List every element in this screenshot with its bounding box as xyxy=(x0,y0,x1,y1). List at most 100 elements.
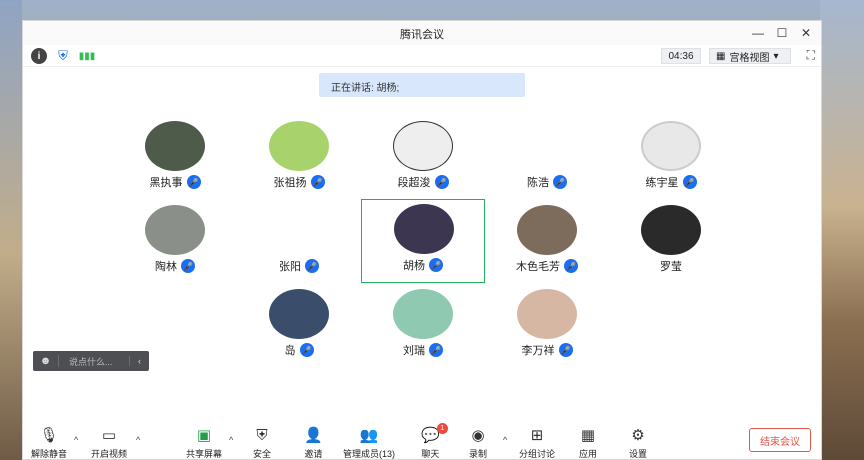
mic-icon: 🎤 xyxy=(429,343,443,357)
chat-badge: 1 xyxy=(436,423,448,434)
window-title: 腾讯会议 xyxy=(400,29,444,41)
bottom-toolbar: 🎙 解除静音 ^ ▭ 开启视频 ^ ▣ 共享屏幕 ^ ⛨ 安全 👤 邀请 👥 管… xyxy=(23,423,823,459)
signal-icon[interactable]: ▮▮▮ xyxy=(79,48,96,64)
settings-label: 设置 xyxy=(629,449,648,459)
avatar xyxy=(145,121,205,171)
info-icons: i ⛨ ▮▮▮ xyxy=(31,48,95,64)
participant-tile[interactable]: 张阳 🎤 xyxy=(237,201,361,285)
mic-icon: 🎤 xyxy=(558,343,573,357)
chat-placeholder[interactable]: 说点什么... xyxy=(59,355,129,368)
avatar xyxy=(269,205,329,255)
start-video-label: 开启视频 xyxy=(91,449,128,459)
mic-icon: 🎤 xyxy=(429,258,443,272)
manage-members-button[interactable]: 👥 管理成员(13) xyxy=(343,427,395,460)
mic-icon: 🎤 xyxy=(299,343,314,357)
mic-icon: 🎤 xyxy=(186,175,201,189)
avatar xyxy=(517,289,577,339)
members-icon: 👥 xyxy=(359,427,379,444)
participant-tile[interactable]: 陶林 🎤 xyxy=(113,201,237,285)
minimize-icon[interactable]: — xyxy=(749,24,767,42)
participant-tile[interactable]: 刘瑞 🎤 xyxy=(361,285,485,369)
participant-tile-active[interactable]: 胡杨 🎤 xyxy=(361,199,485,283)
breakout-button[interactable]: ⊞ 分组讨论 xyxy=(519,427,555,460)
mic-icon: 🎤 xyxy=(181,259,195,273)
mic-muted-icon: 🎙 xyxy=(39,427,59,444)
fullscreen-icon[interactable]: ⛶ xyxy=(807,48,815,63)
maximize-icon[interactable]: ☐ xyxy=(773,24,791,42)
manage-members-label: 管理成员(13) xyxy=(343,449,396,459)
mic-icon: 🎤 xyxy=(305,259,319,273)
breakout-label: 分组讨论 xyxy=(519,449,556,459)
meeting-window: 腾讯会议 — ☐ ✕ i ⛨ ▮▮▮ 04:36 ▦ 宫格视图 ▾ ⛶ 正在讲话… xyxy=(22,20,822,460)
title-bar: 腾讯会议 — ☐ ✕ xyxy=(23,21,821,45)
meeting-info-bar: i ⛨ ▮▮▮ 04:36 ▦ 宫格视图 ▾ ⛶ xyxy=(23,45,821,67)
record-label: 录制 xyxy=(469,449,488,459)
chevron-up-icon[interactable]: ^ xyxy=(136,435,140,445)
info-icon[interactable]: i xyxy=(31,48,47,64)
participant-name: 段超浚 xyxy=(397,177,431,189)
start-video-button[interactable]: ▭ 开启视频 xyxy=(91,427,127,460)
avatar xyxy=(641,121,701,171)
desktop-background-left xyxy=(0,0,22,460)
security-button[interactable]: ⛨ 安全 xyxy=(253,427,271,460)
breakout-icon: ⊞ xyxy=(530,427,544,444)
grid-view-dropdown[interactable]: ▦ 宫格视图 ▾ xyxy=(709,48,791,64)
add-user-icon: 👤 xyxy=(304,427,323,444)
participant-name: 木色毛芳 xyxy=(516,261,560,273)
avatar xyxy=(393,289,453,339)
share-screen-label: 共享屏幕 xyxy=(186,449,223,459)
chat-input-bar[interactable]: ☻ 说点什么... ‹ xyxy=(33,351,149,371)
avatar xyxy=(517,121,577,171)
participant-tile[interactable]: 黑执事 🎤 xyxy=(113,117,237,201)
shield-icon: ⛨ xyxy=(256,427,268,444)
participant-tile[interactable]: 练宇星 🎤 xyxy=(609,117,733,201)
mic-icon: 🎤 xyxy=(564,259,578,273)
participant-name: 练宇星 xyxy=(645,177,679,189)
participant-name: 张祖扬 xyxy=(273,177,307,189)
participant-tile[interactable]: 张祖扬 🎤 xyxy=(237,117,361,201)
avatar xyxy=(394,204,454,254)
avatar xyxy=(269,289,329,339)
chevron-up-icon[interactable]: ^ xyxy=(503,435,507,445)
chevron-up-icon[interactable]: ^ xyxy=(74,435,78,445)
avatar xyxy=(393,121,453,171)
participant-name: 罗莹 xyxy=(660,261,682,273)
mic-icon: 🎤 xyxy=(553,175,567,189)
chevron-up-icon[interactable]: ^ xyxy=(229,435,233,445)
record-button[interactable]: ◉ 录制 xyxy=(469,427,487,460)
share-screen-button[interactable]: ▣ 共享屏幕 xyxy=(186,427,222,460)
apps-button[interactable]: ▦ 应用 xyxy=(579,427,597,460)
participant-tile[interactable]: 段超浚 🎤 xyxy=(361,117,485,201)
participant-tile[interactable]: 岛 🎤 xyxy=(237,285,361,369)
unmute-button[interactable]: 🎙 解除静音 xyxy=(31,427,67,460)
chevron-left-icon[interactable]: ‹ xyxy=(129,356,149,366)
apps-label: 应用 xyxy=(579,449,598,459)
emoji-icon[interactable]: ☻ xyxy=(33,355,59,367)
invite-label: 邀请 xyxy=(304,449,323,459)
invite-button[interactable]: 👤 邀请 xyxy=(304,427,323,460)
participant-name: 陶林 xyxy=(155,261,177,273)
grid-view-label: 宫格视图 xyxy=(729,52,770,64)
chat-button[interactable]: 💬 1 聊天 xyxy=(421,423,448,460)
participant-tile[interactable]: 陈浩 🎤 xyxy=(485,117,609,201)
participant-name: 黑执事 xyxy=(149,177,183,189)
participant-tile[interactable]: 李万祥 🎤 xyxy=(485,285,609,369)
settings-button[interactable]: ⚙ 设置 xyxy=(629,427,647,460)
participant-name: 刘瑞 xyxy=(403,345,425,357)
participant-tile[interactable]: 罗莹 xyxy=(609,201,733,285)
end-meeting-button[interactable]: 结束会议 xyxy=(749,428,811,452)
participant-name: 胡杨 xyxy=(403,260,425,272)
security-label: 安全 xyxy=(253,449,272,459)
desktop-background-right xyxy=(820,0,864,460)
record-icon: ◉ xyxy=(471,427,485,444)
shield-icon[interactable]: ⛨ xyxy=(55,48,71,64)
participant-tile[interactable]: 木色毛芳 🎤 xyxy=(485,201,609,285)
avatar xyxy=(641,205,701,255)
participant-name: 李万祥 xyxy=(521,345,555,357)
avatar xyxy=(517,205,577,255)
close-icon[interactable]: ✕ xyxy=(797,24,815,42)
apps-icon: ▦ xyxy=(580,427,596,444)
meeting-timer: 04:36 xyxy=(661,48,701,64)
mic-icon: 🎤 xyxy=(682,175,697,189)
chat-icon: 💬 1 xyxy=(421,423,448,445)
